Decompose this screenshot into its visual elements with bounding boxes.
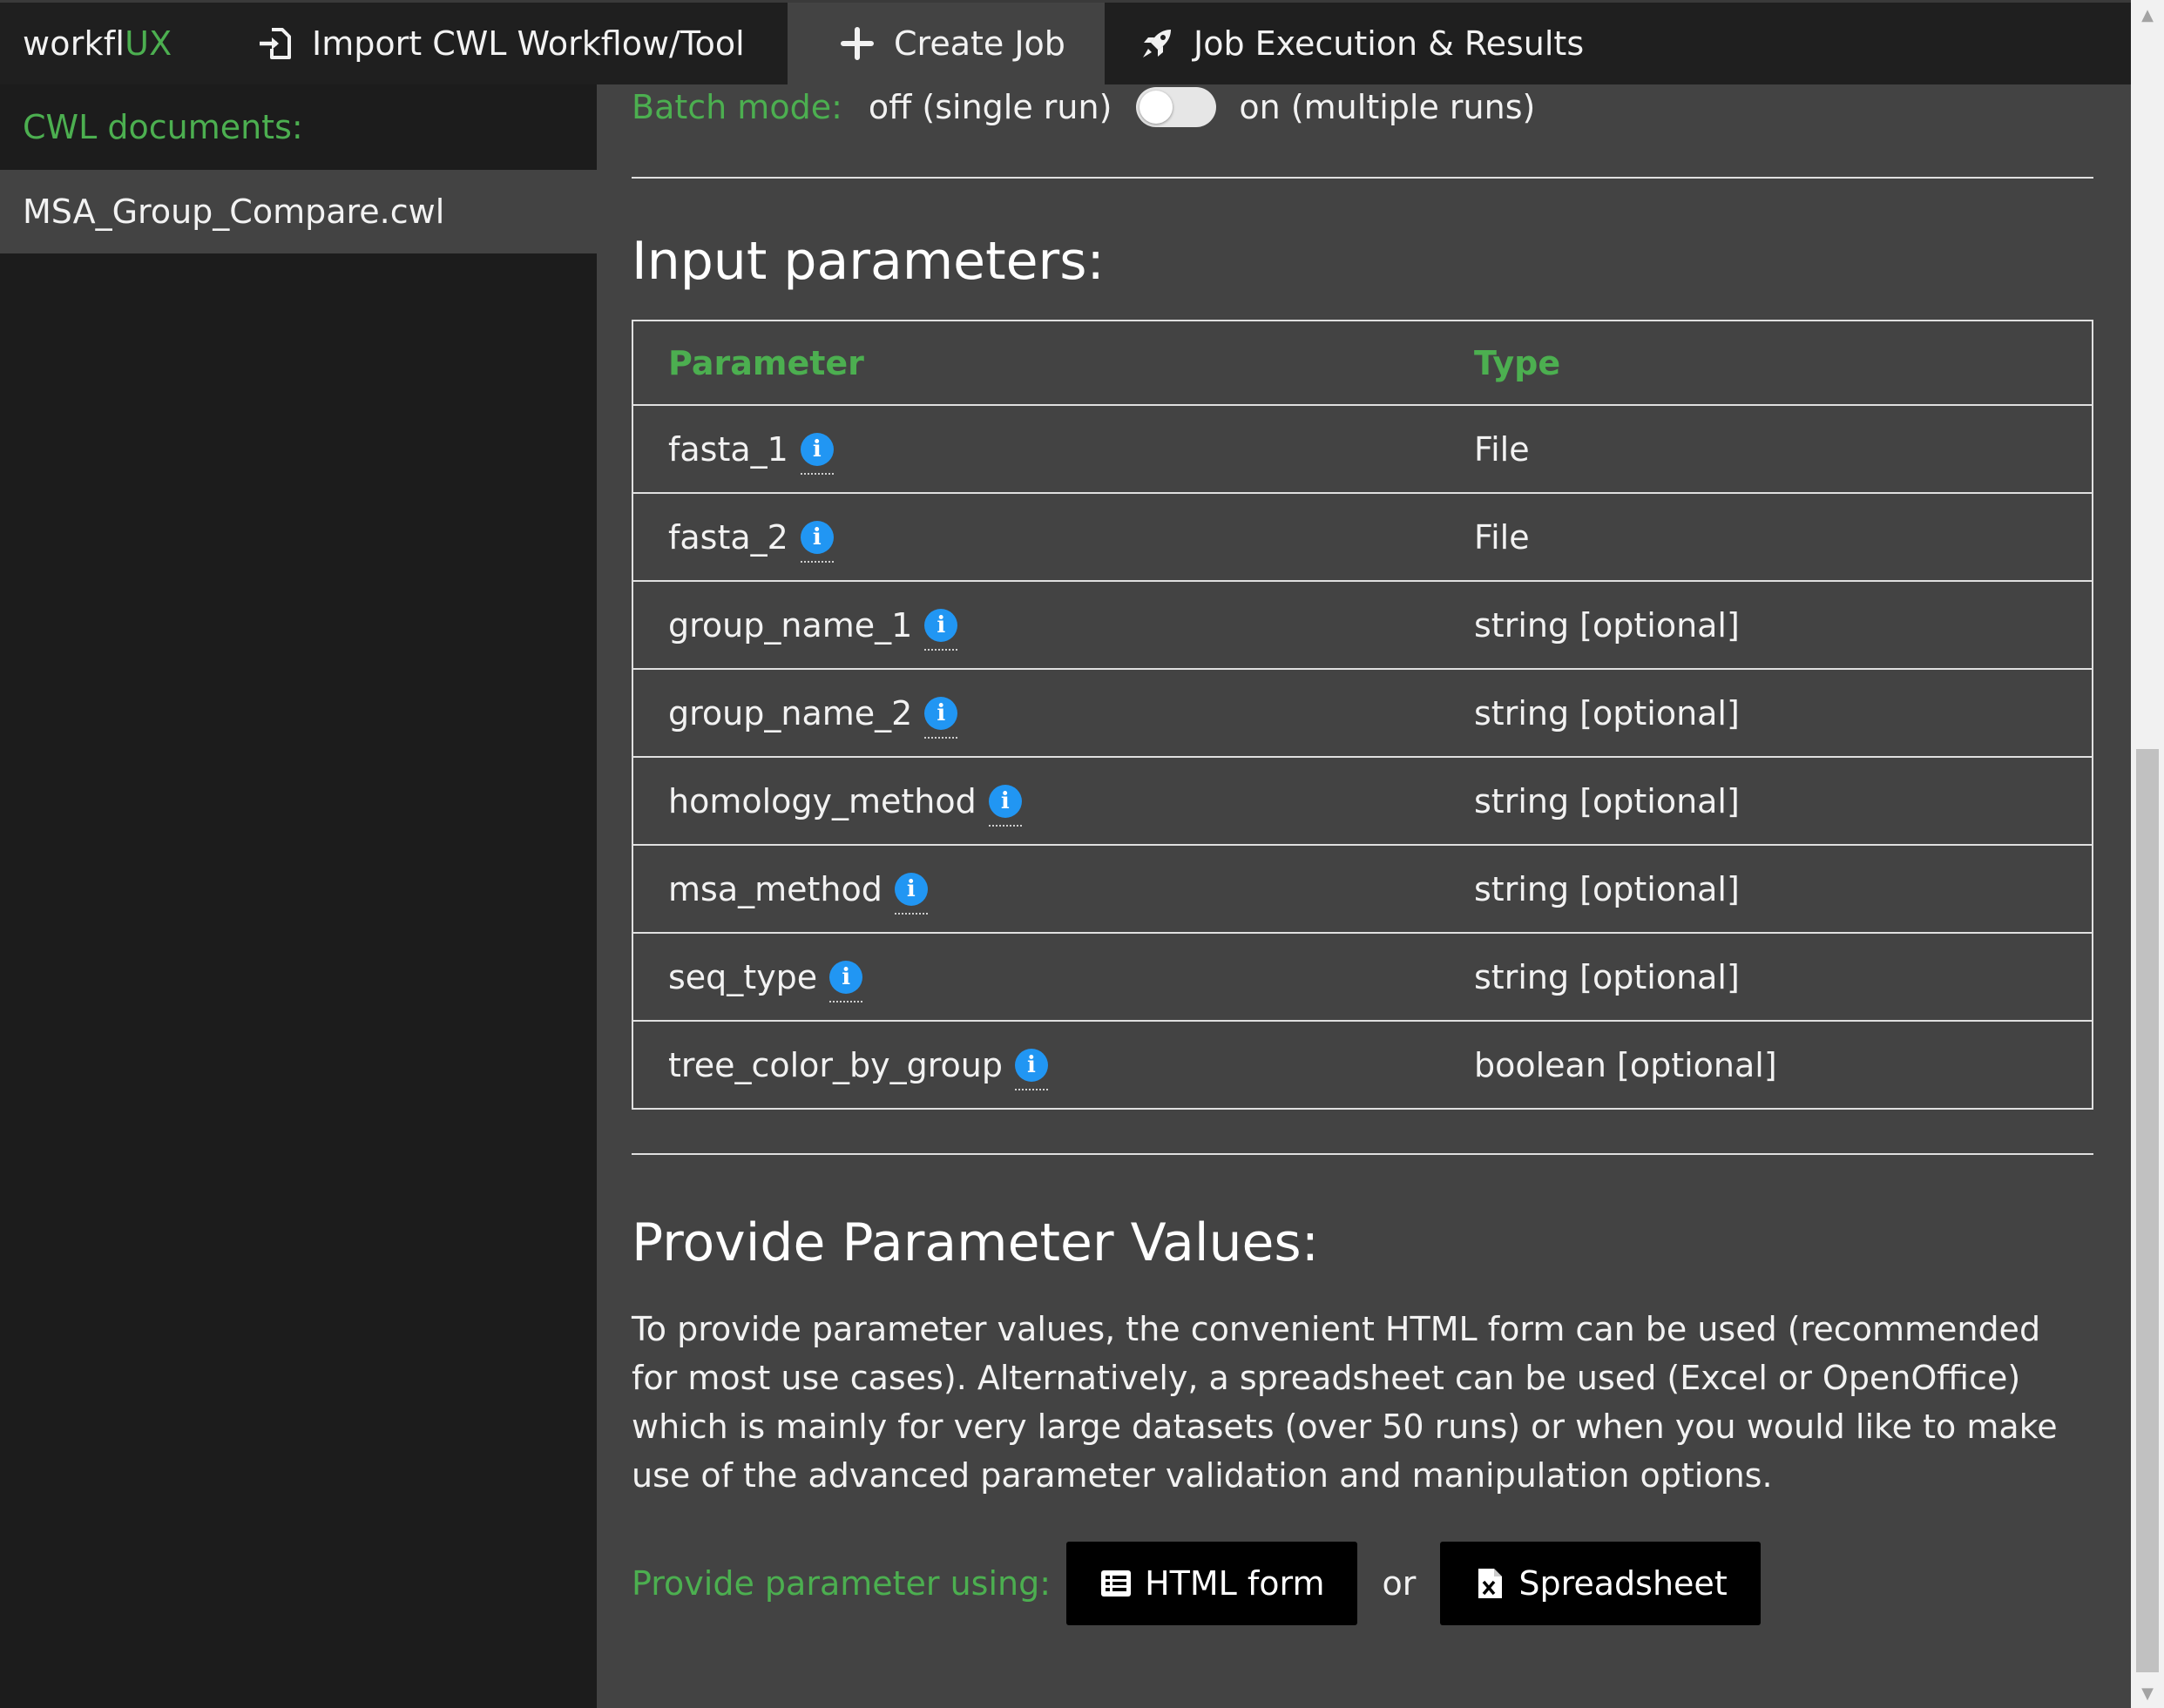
column-header-parameter: Parameter bbox=[632, 321, 1439, 406]
param-name: group_name_2 bbox=[668, 693, 913, 732]
table-row: group_name_2 i string [optional] bbox=[632, 669, 2093, 758]
plus-icon bbox=[841, 27, 874, 60]
param-name: seq_type bbox=[668, 957, 818, 996]
param-name-cell: homology_method i bbox=[632, 757, 1439, 846]
param-name: fasta_1 bbox=[668, 429, 788, 469]
info-icon[interactable]: i bbox=[1015, 1048, 1048, 1090]
batch-mode-toggle[interactable] bbox=[1136, 87, 1217, 127]
param-name-cell: seq_type i bbox=[632, 933, 1439, 1022]
sidebar-item-msa-group-compare[interactable]: MSA_Group_Compare.cwl bbox=[0, 170, 597, 253]
info-icon[interactable]: i bbox=[924, 608, 958, 651]
param-name: msa_method bbox=[668, 869, 883, 908]
param-name: homology_method bbox=[668, 781, 977, 820]
param-name-cell: msa_method i bbox=[632, 845, 1439, 934]
rocket-icon bbox=[1143, 30, 1171, 57]
param-type: boolean [optional] bbox=[1439, 1021, 2093, 1110]
table-row: msa_method i string [optional] bbox=[632, 845, 2093, 934]
table-row: fasta_2 i File bbox=[632, 493, 2093, 582]
table-row: homology_method i string [optional] bbox=[632, 757, 2093, 846]
nav-job-execution-label: Job Execution & Results bbox=[1194, 24, 1585, 63]
info-icon[interactable]: i bbox=[894, 872, 928, 915]
param-name-cell: group_name_1 i bbox=[632, 581, 1439, 670]
provide-values-heading: Provide Parameter Values: bbox=[632, 1212, 1319, 1273]
param-type: string [optional] bbox=[1439, 933, 2093, 1022]
info-icon[interactable]: i bbox=[924, 696, 958, 739]
excel-file-icon bbox=[1478, 1569, 1503, 1598]
html-form-button[interactable]: HTML form bbox=[1066, 1542, 1358, 1625]
sidebar-heading: CWL documents: bbox=[23, 108, 303, 146]
toggle-knob bbox=[1139, 91, 1173, 124]
batch-on-label: on (multiple runs) bbox=[1239, 88, 1536, 126]
import-icon bbox=[260, 28, 291, 59]
table-row: seq_type i string [optional] bbox=[632, 933, 2093, 1022]
param-name-cell: fasta_2 i bbox=[632, 493, 1439, 582]
spreadsheet-label: Spreadsheet bbox=[1518, 1564, 1728, 1603]
param-type: string [optional] bbox=[1439, 845, 2093, 934]
param-name-cell: tree_color_by_group i bbox=[632, 1021, 1439, 1110]
param-name: group_name_1 bbox=[668, 605, 913, 645]
brand-logo[interactable]: workfl UX bbox=[0, 3, 233, 84]
table-row: tree_color_by_group i boolean [optional] bbox=[632, 1021, 2093, 1110]
top-navbar: workfl UX Import CWL Workflow/Tool Create… bbox=[0, 0, 2131, 84]
param-name: fasta_2 bbox=[668, 517, 788, 557]
table-row: group_name_1 i string [optional] bbox=[632, 581, 2093, 670]
input-parameters-heading: Input parameters: bbox=[632, 231, 1105, 292]
info-icon[interactable]: i bbox=[988, 784, 1022, 827]
spreadsheet-button[interactable]: Spreadsheet bbox=[1440, 1542, 1761, 1625]
brand-accent: UX bbox=[125, 24, 172, 63]
nav-job-execution[interactable]: Job Execution & Results bbox=[1105, 3, 1619, 84]
info-icon[interactable]: i bbox=[800, 432, 834, 475]
list-icon bbox=[1101, 1570, 1132, 1597]
main-content: Batch mode: off (single run) on (multipl… bbox=[632, 84, 2093, 1625]
table-header-row: Parameter Type bbox=[632, 321, 2093, 406]
param-type: string [optional] bbox=[1439, 581, 2093, 670]
param-type: string [optional] bbox=[1439, 669, 2093, 758]
batch-mode-label: Batch mode: bbox=[632, 88, 842, 126]
info-icon[interactable]: i bbox=[800, 520, 834, 563]
param-name: tree_color_by_group bbox=[668, 1045, 1003, 1084]
sidebar: CWL documents: MSA_Group_Compare.cwl bbox=[0, 84, 597, 1708]
batch-off-label: off (single run) bbox=[868, 88, 1112, 126]
divider bbox=[632, 1153, 2093, 1155]
html-form-label: HTML form bbox=[1145, 1564, 1325, 1603]
param-type: File bbox=[1439, 493, 2093, 582]
param-name-cell: group_name_2 i bbox=[632, 669, 1439, 758]
provide-description: To provide parameter values, the conveni… bbox=[632, 1310, 2058, 1495]
nav-import-label: Import CWL Workflow/Tool bbox=[312, 24, 745, 63]
input-parameters-table: Parameter Type fasta_1 i File fasta_2 i Fi… bbox=[632, 320, 2093, 1110]
param-type: File bbox=[1439, 405, 2093, 494]
or-separator: or bbox=[1382, 1564, 1417, 1603]
param-name-cell: fasta_1 i bbox=[632, 405, 1439, 494]
divider bbox=[632, 177, 2093, 179]
table-row: fasta_1 i File bbox=[632, 405, 2093, 494]
nav-create-job[interactable]: Create Job bbox=[788, 3, 1105, 84]
nav-import-cwl[interactable]: Import CWL Workflow/Tool bbox=[233, 3, 788, 84]
column-header-type: Type bbox=[1439, 321, 2093, 406]
scrollbar-thumb[interactable] bbox=[2136, 749, 2159, 1672]
provide-using-label: Provide parameter using: bbox=[632, 1564, 1052, 1603]
brand-main: workfl bbox=[23, 24, 125, 63]
vertical-scrollbar[interactable]: ▲ ▼ bbox=[2131, 0, 2164, 1708]
info-icon[interactable]: i bbox=[829, 960, 863, 1003]
scroll-down-arrow-icon[interactable]: ▼ bbox=[2131, 1678, 2164, 1708]
nav-create-job-label: Create Job bbox=[894, 24, 1065, 63]
scroll-up-arrow-icon[interactable]: ▲ bbox=[2131, 0, 2164, 30]
batch-mode-row: Batch mode: off (single run) on (multipl… bbox=[632, 83, 2093, 132]
param-type: string [optional] bbox=[1439, 757, 2093, 846]
provide-using-row: Provide parameter using: HTML form or Sp… bbox=[632, 1542, 2093, 1625]
